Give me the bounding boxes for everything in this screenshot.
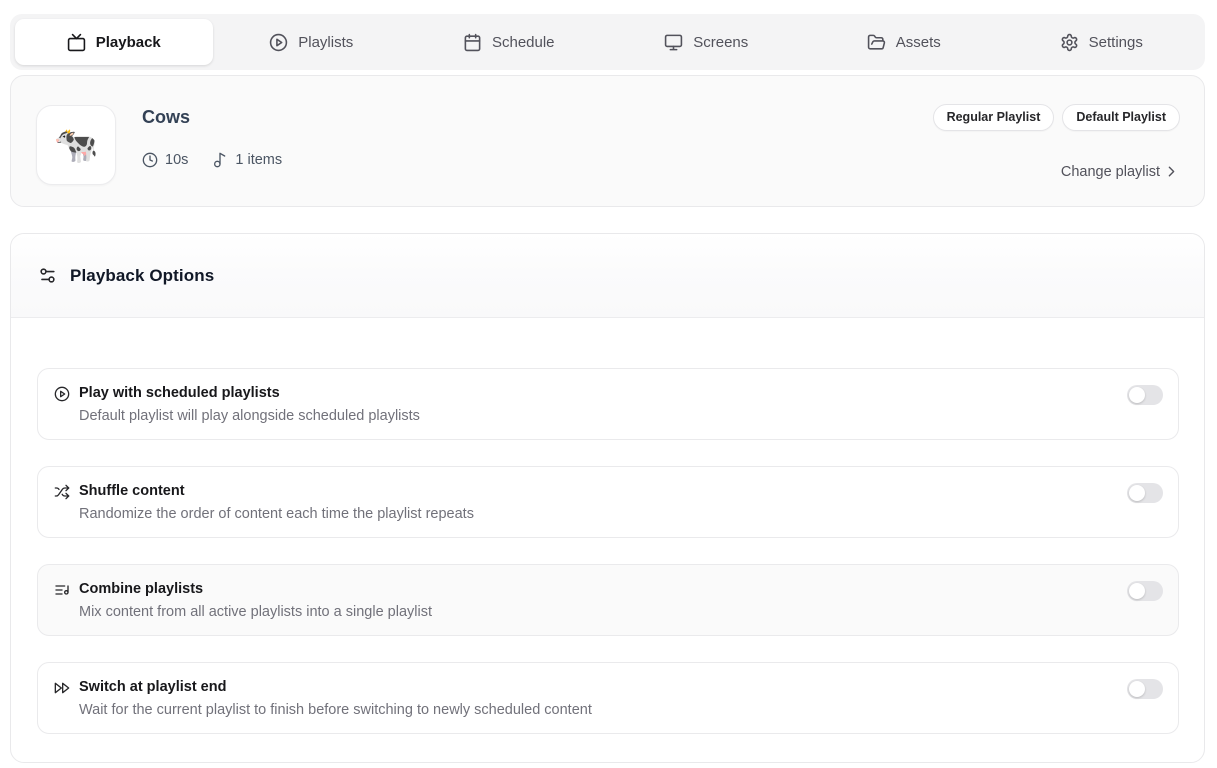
change-playlist-link[interactable]: Change playlist xyxy=(1061,163,1180,180)
regular-playlist-badge: Regular Playlist xyxy=(933,104,1055,131)
item-count-value: 1 items xyxy=(235,152,282,168)
option-description: Randomize the order of content each time… xyxy=(79,505,474,523)
option-text: Switch at playlist end Wait for the curr… xyxy=(79,678,592,719)
playlist-badges: Regular Playlist Default Playlist xyxy=(933,104,1180,131)
option-combine-playlists: Combine playlists Mix content from all a… xyxy=(37,564,1179,636)
monitor-icon xyxy=(664,33,683,52)
option-description: Mix content from all active playlists in… xyxy=(79,603,432,621)
play-circle-icon xyxy=(54,386,70,402)
option-description: Default playlist will play alongside sch… xyxy=(79,407,420,425)
option-title: Switch at playlist end xyxy=(79,678,592,696)
settings-sliders-icon xyxy=(38,266,57,285)
folder-open-icon xyxy=(867,33,886,52)
cow-emoji: 🐄 xyxy=(54,124,99,166)
duration-value: 10s xyxy=(165,152,188,168)
tab-label: Playlists xyxy=(298,34,353,51)
play-circle-icon xyxy=(269,33,288,52)
option-title: Play with scheduled playlists xyxy=(79,384,420,402)
tv-icon xyxy=(67,33,86,52)
playlist-card-right: Regular Playlist Default Playlist Change… xyxy=(933,104,1180,182)
option-text: Combine playlists Mix content from all a… xyxy=(79,580,432,621)
shuffle-icon xyxy=(54,484,70,500)
chevron-right-icon xyxy=(1163,163,1180,180)
top-navigation: Playback Playlists Schedule Screens Asse… xyxy=(10,14,1205,70)
fast-forward-icon xyxy=(54,680,70,696)
playback-options-header: Playback Options xyxy=(11,234,1204,318)
list-music-icon xyxy=(54,582,70,598)
option-shuffle-content: Shuffle content Randomize the order of c… xyxy=(37,466,1179,538)
toggle-knob xyxy=(1129,485,1145,501)
clock-icon xyxy=(142,152,158,168)
calendar-icon xyxy=(463,33,482,52)
toggle-switch-at-end[interactable] xyxy=(1127,679,1163,699)
toggle-knob xyxy=(1129,583,1145,599)
duration-meta: 10s xyxy=(142,152,188,168)
gear-icon xyxy=(1060,33,1079,52)
current-playlist-card: 🐄 Cows 10s 1 items Regular Playlist Defa… xyxy=(10,75,1205,207)
toggle-shuffle-content[interactable] xyxy=(1127,483,1163,503)
tab-label: Assets xyxy=(896,34,941,51)
option-description: Wait for the current playlist to finish … xyxy=(79,701,592,719)
option-switch-at-end: Switch at playlist end Wait for the curr… xyxy=(37,662,1179,734)
tab-label: Screens xyxy=(693,34,748,51)
option-text: Play with scheduled playlists Default pl… xyxy=(79,384,420,425)
option-text: Shuffle content Randomize the order of c… xyxy=(79,482,474,523)
playlist-info: Cows 10s 1 items xyxy=(142,104,282,168)
tab-playback[interactable]: Playback xyxy=(15,19,213,65)
change-playlist-label: Change playlist xyxy=(1061,164,1160,180)
tab-playlists[interactable]: Playlists xyxy=(213,19,411,65)
tab-label: Settings xyxy=(1089,34,1143,51)
tab-settings[interactable]: Settings xyxy=(1003,19,1201,65)
playlist-title: Cows xyxy=(142,106,282,128)
option-title: Shuffle content xyxy=(79,482,474,500)
playback-options-title: Playback Options xyxy=(70,266,214,286)
tab-label: Schedule xyxy=(492,34,555,51)
playback-options-list: Play with scheduled playlists Default pl… xyxy=(11,318,1204,734)
tab-assets[interactable]: Assets xyxy=(805,19,1003,65)
toggle-play-with-scheduled[interactable] xyxy=(1127,385,1163,405)
toggle-combine-playlists[interactable] xyxy=(1127,581,1163,601)
tab-screens[interactable]: Screens xyxy=(608,19,806,65)
default-playlist-badge: Default Playlist xyxy=(1062,104,1180,131)
toggle-knob xyxy=(1129,681,1145,697)
playlist-meta: 10s 1 items xyxy=(142,152,282,168)
playback-options-card: Playback Options Play with scheduled pla… xyxy=(10,233,1205,763)
option-play-with-scheduled: Play with scheduled playlists Default pl… xyxy=(37,368,1179,440)
item-count-meta: 1 items xyxy=(212,152,282,168)
tab-schedule[interactable]: Schedule xyxy=(410,19,608,65)
music-note-icon xyxy=(212,152,228,168)
tab-label: Playback xyxy=(96,34,161,51)
playlist-thumbnail: 🐄 xyxy=(36,105,116,185)
option-title: Combine playlists xyxy=(79,580,432,598)
toggle-knob xyxy=(1129,387,1145,403)
